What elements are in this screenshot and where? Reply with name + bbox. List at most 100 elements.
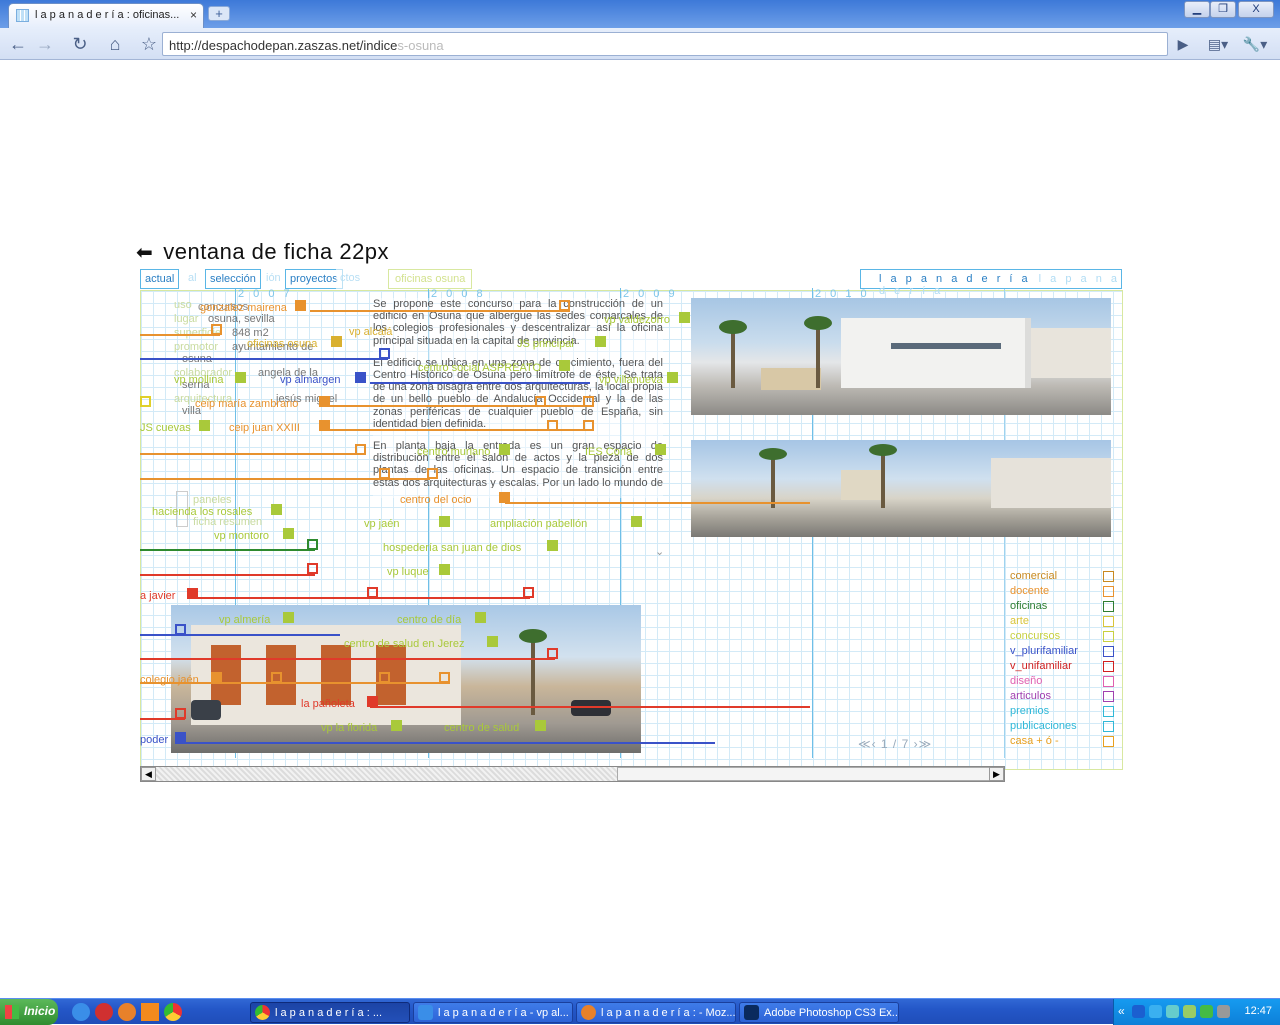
project-marker[interactable] <box>631 516 642 527</box>
project-marker[interactable] <box>379 672 390 683</box>
legend-checkbox[interactable] <box>1103 571 1114 582</box>
project-marker[interactable] <box>535 396 546 407</box>
new-tab-button[interactable]: + <box>208 6 230 21</box>
project-marker[interactable] <box>307 539 318 550</box>
chrome-icon[interactable] <box>164 1003 182 1021</box>
reload-icon[interactable]: ↻ <box>68 33 92 55</box>
project-marker[interactable] <box>379 348 390 359</box>
project-label[interactable]: a javier <box>140 590 175 602</box>
project-label[interactable]: vp montoro <box>214 530 269 542</box>
project-label[interactable]: hacienda los rosales <box>152 506 252 518</box>
project-marker[interactable] <box>140 396 151 407</box>
bookmark-star-icon[interactable]: ☆ <box>137 33 161 55</box>
project-marker[interactable] <box>547 420 558 431</box>
project-marker[interactable] <box>367 696 378 707</box>
project-marker[interactable] <box>235 372 246 383</box>
paneles-link[interactable]: paneles <box>193 494 232 506</box>
project-label[interactable]: ampliación pabellón <box>490 518 587 530</box>
project-marker[interactable] <box>175 708 186 719</box>
back-arrow-icon[interactable]: ⬅ <box>136 242 153 264</box>
project-marker[interactable] <box>199 420 210 431</box>
legend-checkbox[interactable] <box>1103 646 1114 657</box>
taskbar-task-chrome[interactable]: l a p a n a d e r í a : ... <box>250 1002 410 1023</box>
project-label[interactable]: centro de día <box>397 614 461 626</box>
vlc-icon[interactable] <box>141 1003 159 1021</box>
project-marker[interactable] <box>475 612 486 623</box>
project-label[interactable]: vp la florida <box>321 722 377 734</box>
horizontal-scrollbar[interactable]: ◀ ▶ <box>140 766 1005 782</box>
tab-proyectos[interactable]: proyectos <box>285 269 343 289</box>
project-marker[interactable] <box>211 672 222 683</box>
project-marker[interactable] <box>655 444 666 455</box>
nvidia-icon[interactable] <box>1200 1005 1213 1018</box>
project-label[interactable]: vp jaén <box>364 518 399 530</box>
project-marker[interactable] <box>367 587 378 598</box>
legend-item[interactable]: v_unifamiliar <box>1010 660 1114 675</box>
home-icon[interactable]: ⌂ <box>103 33 127 55</box>
network-icon[interactable] <box>1149 1005 1162 1018</box>
project-marker[interactable] <box>319 420 330 431</box>
project-marker[interactable] <box>379 468 390 479</box>
scroll-right-icon[interactable]: ▶ <box>989 767 1004 781</box>
legend-checkbox[interactable] <box>1103 601 1114 612</box>
project-marker[interactable] <box>355 372 366 383</box>
scroll-left-icon[interactable]: ◀ <box>141 767 156 781</box>
project-marker[interactable] <box>499 444 510 455</box>
legend-checkbox[interactable] <box>1103 661 1114 672</box>
legend-item[interactable]: premios <box>1010 705 1114 720</box>
project-marker[interactable] <box>331 336 342 347</box>
legend-item[interactable]: docente <box>1010 585 1114 600</box>
image-pager[interactable]: ≪‹ 1 / 7 ›≫ <box>858 737 932 751</box>
legend-checkbox[interactable] <box>1103 631 1114 642</box>
browser-tab[interactable]: l a p a n a d e r í a : oficinas... × <box>8 3 204 28</box>
project-marker[interactable] <box>499 492 510 503</box>
project-label[interactable]: gonzalez mairena <box>200 302 287 314</box>
close-window-button[interactable]: X <box>1238 1 1274 18</box>
project-marker[interactable] <box>547 540 558 551</box>
tab-actual[interactable]: actual <box>140 269 180 289</box>
project-marker[interactable] <box>595 336 606 347</box>
taskbar-task-firefox[interactable]: l a p a n a d e r í a : - Moz... <box>576 1002 736 1023</box>
project-marker[interactable] <box>583 396 594 407</box>
project-marker[interactable] <box>175 732 186 743</box>
project-marker[interactable] <box>355 444 366 455</box>
project-marker[interactable] <box>271 672 282 683</box>
taskbar-task-photoshop[interactable]: Adobe Photoshop CS3 Ex... <box>739 1002 899 1023</box>
scroll-thumb[interactable] <box>617 767 992 781</box>
project-label[interactable]: vp luque <box>387 566 429 578</box>
legend-checkbox[interactable] <box>1103 586 1114 597</box>
project-label[interactable]: centro de salud en Jerez <box>344 638 464 650</box>
tray-collapse-icon[interactable]: « <box>1118 1004 1125 1018</box>
legend-item[interactable]: publicaciones <box>1010 720 1114 735</box>
project-marker[interactable] <box>667 372 678 383</box>
app-tray-icon[interactable] <box>1217 1005 1230 1018</box>
project-label[interactable]: vp almería <box>219 614 270 626</box>
project-marker[interactable] <box>583 420 594 431</box>
project-marker[interactable] <box>487 636 498 647</box>
volume-icon[interactable] <box>1166 1005 1179 1018</box>
project-marker[interactable] <box>523 587 534 598</box>
project-marker[interactable] <box>679 312 690 323</box>
project-label[interactable]: centro muriano <box>417 446 490 458</box>
brand-tab[interactable]: l a p a n a d e r í al a p a n a d e r í… <box>860 269 1122 297</box>
legend-item[interactable]: oficinas <box>1010 600 1114 615</box>
project-marker[interactable] <box>271 504 282 515</box>
info-icon[interactable] <box>1132 1005 1145 1018</box>
scroll-down-icon[interactable]: ⌄ <box>655 546 664 558</box>
project-label[interactable]: poder <box>140 734 168 746</box>
project-label[interactable]: centro social ASPREATO <box>418 362 541 374</box>
wrench-icon[interactable]: 🔧▾ <box>1240 33 1270 55</box>
project-label[interactable]: hospedería san juan de dios <box>383 542 521 554</box>
legend-checkbox[interactable] <box>1103 691 1114 702</box>
usb-icon[interactable] <box>1183 1005 1196 1018</box>
legend-item[interactable]: v_plurifamiliar <box>1010 645 1114 660</box>
project-marker[interactable] <box>547 648 558 659</box>
project-marker[interactable] <box>283 528 294 539</box>
project-marker[interactable] <box>211 324 222 335</box>
project-marker[interactable] <box>295 300 306 311</box>
project-marker[interactable] <box>307 563 318 574</box>
minimize-button[interactable]: ▁ <box>1184 1 1210 18</box>
project-label[interactable]: vp mollina <box>174 374 224 386</box>
ie-icon[interactable] <box>72 1003 90 1021</box>
project-marker[interactable] <box>439 516 450 527</box>
